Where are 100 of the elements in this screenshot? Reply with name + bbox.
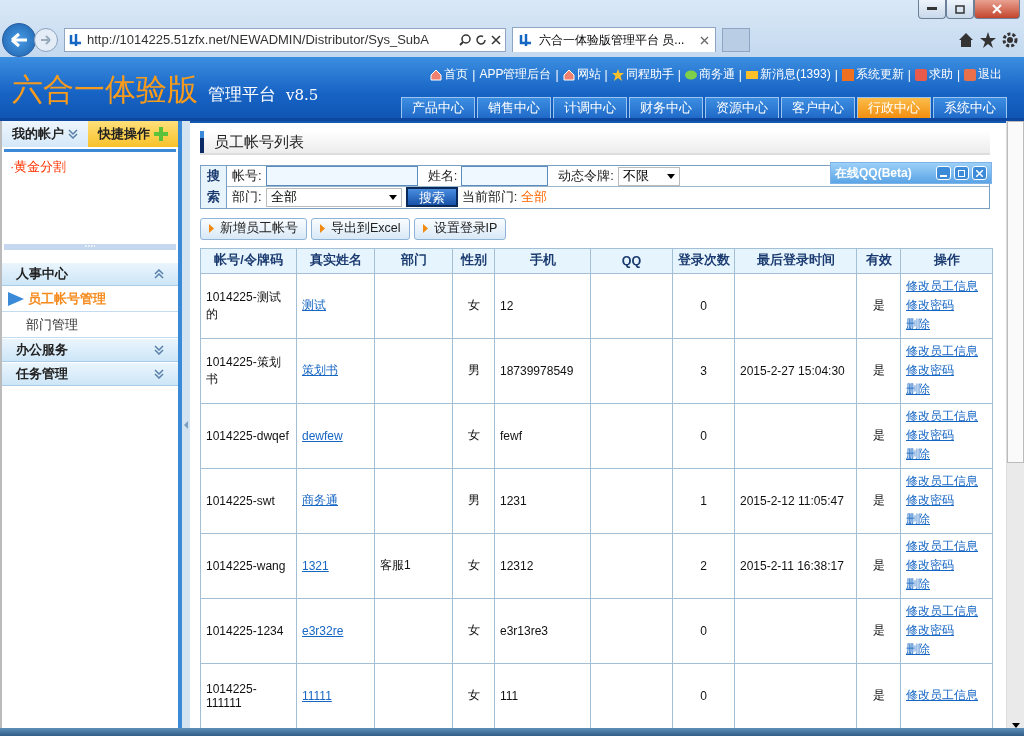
table-cell: 2015-2-27 15:04:30 — [734, 338, 857, 404]
scrollbar[interactable] — [1006, 121, 1024, 728]
address-bar[interactable]: http://1014225.51zfx.net/NEWADMIN/Distributor/Sys_SubA — [64, 27, 506, 52]
close-button[interactable] — [974, 0, 1020, 19]
account-field[interactable] — [265, 166, 418, 187]
row-action-link[interactable]: 修改员工信息 — [906, 472, 978, 492]
name-link[interactable]: dewfew — [302, 428, 343, 443]
row-action-link[interactable]: 修改员工信息 — [906, 342, 978, 362]
menu-section[interactable]: 任务管理 — [2, 362, 178, 386]
name-link[interactable]: e3r32re — [302, 623, 344, 638]
name-link[interactable]: 商务通 — [302, 493, 338, 508]
close-icon[interactable] — [491, 34, 501, 45]
current-department: 全部 — [521, 188, 548, 207]
platform-subtitle: 管理平台 — [208, 84, 276, 106]
table-cell: 是 — [856, 273, 901, 339]
menu-section[interactable]: 办公服务 — [2, 338, 178, 362]
minimize-icon — [927, 7, 937, 11]
nav-tab[interactable]: 系统中心 — [933, 97, 1007, 118]
row-action-link[interactable]: 修改员工信息 — [906, 407, 978, 427]
shortcut-link[interactable]: ·黄金分割 — [10, 158, 170, 176]
search-button[interactable]: 搜索 — [405, 187, 458, 208]
row-action-link[interactable]: 删除 — [906, 640, 930, 660]
account-tab[interactable]: 我的帐户 — [2, 121, 88, 147]
home-icon[interactable] — [958, 31, 974, 48]
header-link[interactable]: 商务通 — [698, 66, 735, 83]
refresh-icon[interactable] — [475, 33, 487, 46]
expand-icon — [154, 369, 164, 379]
row-action-link[interactable]: 修改员工信息 — [906, 277, 978, 297]
restore-button[interactable] — [946, 0, 974, 19]
nav-tab[interactable]: 资源中心 — [705, 97, 779, 118]
header-link[interactable]: 求助 — [928, 66, 953, 83]
name-link[interactable]: 测试 — [302, 298, 326, 313]
quick-actions-tab[interactable]: 快捷操作 — [88, 121, 178, 147]
action-button[interactable]: 新增员工帐号 — [200, 217, 307, 240]
table-cell: 1014225-测试的 — [200, 273, 297, 339]
nav-tab[interactable]: 产品中心 — [401, 97, 475, 118]
row-action-link[interactable]: 修改密码 — [906, 361, 954, 381]
row-action-link[interactable]: 修改密码 — [906, 621, 954, 641]
header-link[interactable]: 同程助手 — [625, 66, 674, 83]
menu-section[interactable]: 人事中心 — [2, 262, 178, 286]
nav-tab[interactable]: 销售中心 — [477, 97, 551, 118]
table-cell: 1 — [672, 468, 735, 534]
caret-icon — [666, 173, 675, 179]
search-icon[interactable] — [459, 33, 471, 46]
nav-tab[interactable]: 计调中心 — [553, 97, 627, 118]
back-button[interactable] — [2, 22, 36, 57]
panel-resize-handle[interactable] — [4, 244, 176, 250]
help-icon — [914, 68, 927, 81]
row-action-link[interactable]: 修改密码 — [906, 426, 954, 446]
action-button[interactable]: 导出到Excel — [311, 217, 410, 240]
row-action-link[interactable]: 修改员工信息 — [906, 537, 978, 557]
name-field[interactable] — [461, 166, 549, 187]
row-action-link[interactable]: 修改员工信息 — [906, 602, 978, 622]
header-link[interactable]: 系统更新 — [855, 66, 904, 83]
minimize-button[interactable] — [918, 0, 946, 19]
triangle-icon — [320, 224, 325, 234]
header-link[interactable]: 首页 — [444, 66, 469, 83]
header-link[interactable]: APP管理后台 — [479, 66, 552, 83]
table-cell: 0 — [672, 598, 735, 664]
name-link[interactable]: 策划书 — [302, 363, 338, 378]
row-action-link[interactable]: 删除 — [906, 315, 930, 335]
header-link[interactable]: 新消息(1393) — [759, 66, 831, 83]
name-link[interactable]: 11111 — [302, 688, 332, 703]
nav-tab[interactable]: 客户中心 — [781, 97, 855, 118]
house-icon — [562, 68, 575, 81]
table-cell: 是 — [856, 403, 901, 469]
row-action-link[interactable]: 删除 — [906, 510, 930, 530]
star-icon[interactable] — [980, 31, 996, 48]
row-action-link[interactable]: 修改密码 — [906, 296, 954, 316]
table-cell: 女 — [452, 403, 495, 469]
table-cell: e3r13re3 — [494, 598, 591, 664]
link-separator: | — [555, 67, 559, 82]
browser-tab[interactable]: 六合一体验版管理平台 员... — [512, 27, 716, 52]
header-link[interactable]: 退出 — [978, 66, 1002, 83]
header-link[interactable]: 网站 — [576, 66, 601, 83]
collapse-icon — [154, 269, 164, 279]
table-cell: 男 — [452, 338, 495, 404]
row-action-link[interactable]: 修改密码 — [906, 556, 954, 576]
name-link[interactable]: 1321 — [302, 558, 329, 573]
table-cell: 2015-2-11 16:38:17 — [734, 533, 857, 599]
version-text: v8.5 — [286, 86, 319, 104]
token-dropdown[interactable]: 不限 — [617, 166, 680, 186]
column-header: 性别 — [452, 248, 495, 274]
nav-tab[interactable]: 财务中心 — [629, 97, 703, 118]
link-separator: | — [738, 67, 742, 82]
triangle-icon — [209, 224, 214, 234]
row-action-link[interactable]: 删除 — [906, 380, 930, 400]
row-action-link[interactable]: 删除 — [906, 445, 930, 465]
department-dropdown[interactable]: 全部 — [265, 187, 402, 207]
row-action-link[interactable]: 修改密码 — [906, 491, 954, 511]
scroll-thumb[interactable] — [1007, 121, 1024, 463]
close-icon[interactable] — [700, 35, 709, 45]
settings-icon[interactable] — [1002, 31, 1018, 48]
arrow-icon — [8, 291, 24, 306]
table-cell: 1014225-swt — [200, 468, 297, 534]
maximize-button[interactable] — [954, 166, 969, 180]
column-header: 登录次数 — [672, 248, 735, 274]
action-button[interactable]: 设置登录IP — [413, 217, 507, 240]
row-action-link[interactable]: 删除 — [906, 575, 930, 595]
table-cell: 1014225-1234 — [200, 598, 297, 664]
